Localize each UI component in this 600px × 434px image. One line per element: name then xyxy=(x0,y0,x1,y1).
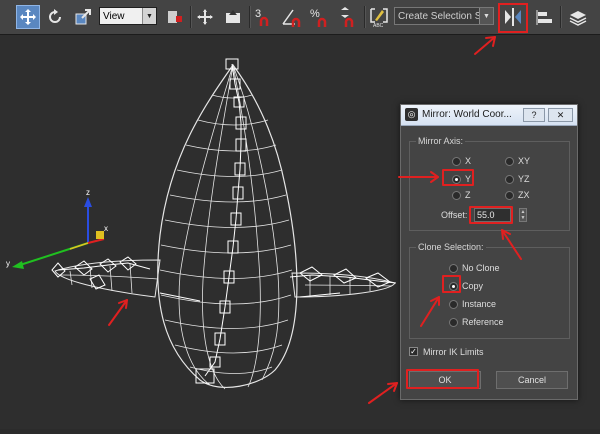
toolbar-separator xyxy=(560,6,562,28)
clone-option-label: Reference xyxy=(462,317,504,327)
svg-text:ABC: ABC xyxy=(373,23,384,28)
app-icon: ◎ xyxy=(405,108,418,121)
gizmo-z-label: z xyxy=(86,188,90,197)
axis-option-yz[interactable]: YZ xyxy=(505,174,530,184)
named-selection-placeholder: Create Selection Se xyxy=(398,10,487,22)
spine-bones[interactable] xyxy=(195,58,247,384)
snap-dimension-label: 3 xyxy=(255,8,261,20)
clone-option-label: No Clone xyxy=(462,263,500,273)
angle-snap-icon[interactable] xyxy=(280,5,304,29)
axis-option-z[interactable]: Z xyxy=(452,190,471,200)
keyboard-shortcut-icon[interactable] xyxy=(221,5,245,29)
axis-option-x[interactable]: X xyxy=(452,156,471,166)
radio-button[interactable] xyxy=(452,190,461,200)
axis-option-label: Z xyxy=(465,190,471,200)
toolbar-separator xyxy=(249,6,251,28)
named-selection-dropdown[interactable]: Create Selection Se ▼ xyxy=(394,7,494,25)
dialog-title: Mirror: World Coor... xyxy=(422,109,512,120)
radio-button[interactable] xyxy=(505,190,514,200)
offset-input[interactable]: 55.0 xyxy=(474,208,511,222)
reference-coord-value: View xyxy=(103,10,125,22)
gizmo-y-label: y xyxy=(6,259,10,268)
spinner-snap-icon[interactable] xyxy=(336,5,360,29)
radio-button[interactable] xyxy=(505,174,514,184)
axis-option-xy[interactable]: XY xyxy=(505,156,530,166)
help-button[interactable]: ? xyxy=(523,108,545,122)
chevron-down-icon: ▼ xyxy=(479,8,493,24)
mirror-ik-checkbox[interactable]: ✓ xyxy=(409,347,418,356)
manipulate-icon[interactable] xyxy=(193,5,217,29)
edit-named-selection-icon[interactable]: ABC xyxy=(367,5,391,29)
offset-label: Offset: xyxy=(441,210,468,220)
snap-toggle-icon[interactable]: 3 xyxy=(252,5,276,29)
axis-option-label: YZ xyxy=(518,174,530,184)
align-icon[interactable] xyxy=(533,5,557,29)
radio-button[interactable] xyxy=(449,317,458,327)
clone-option-no-clone[interactable]: No Clone xyxy=(449,263,500,273)
axis-option-y[interactable]: Y xyxy=(452,174,471,184)
mirror-button-highlight xyxy=(498,3,528,33)
main-toolbar: View ▼ 3 % ABC Create Selection Se ▼ xyxy=(0,0,600,35)
toolbar-separator xyxy=(190,6,192,28)
radio-button[interactable] xyxy=(505,156,514,166)
clone-option-label: Instance xyxy=(462,299,497,309)
mirror-ik-label: Mirror IK Limits xyxy=(423,347,484,357)
axis-option-label: Y xyxy=(465,174,472,184)
clone-option-instance[interactable]: Instance xyxy=(449,299,496,309)
dialog-title-bar[interactable]: ◎ Mirror: World Coor... ? ✕ xyxy=(401,105,577,126)
clone-option-reference[interactable]: Reference xyxy=(449,317,504,327)
reference-coord-dropdown[interactable]: View ▼ xyxy=(99,7,157,25)
mirror-axis-label: Mirror Axis: xyxy=(416,136,465,146)
mirror-dialog: ◎ Mirror: World Coor... ? ✕ Mirror Axis:… xyxy=(400,104,578,400)
toolbar-separator xyxy=(364,6,366,28)
axis-option-label: XY xyxy=(518,156,531,166)
clone-option-copy[interactable]: Copy xyxy=(449,281,483,291)
cancel-button[interactable]: Cancel xyxy=(496,371,568,389)
radio-button[interactable] xyxy=(452,156,461,166)
gizmo-x-label: x xyxy=(104,224,108,233)
offset-spinner[interactable]: ▲ ▼ xyxy=(519,208,527,222)
percent-snap-icon[interactable]: % xyxy=(308,5,332,29)
clone-option-label: Copy xyxy=(462,281,484,291)
radio-button-selected[interactable] xyxy=(449,281,458,291)
pivot-center-icon[interactable] xyxy=(163,5,187,29)
scale-icon[interactable] xyxy=(71,5,95,29)
percent-label: % xyxy=(310,8,320,20)
radio-button[interactable] xyxy=(449,263,458,273)
axis-option-zx[interactable]: ZX xyxy=(505,190,530,200)
clone-selection-label: Clone Selection: xyxy=(416,242,486,252)
layer-manager-icon[interactable] xyxy=(566,5,590,29)
select-move-icon[interactable] xyxy=(16,5,40,29)
ok-button[interactable]: OK xyxy=(409,371,481,389)
axis-option-label: ZX xyxy=(518,190,530,200)
radio-button-selected[interactable] xyxy=(452,174,461,184)
axis-option-label: X xyxy=(465,156,472,166)
chevron-down-icon: ▼ xyxy=(142,8,156,24)
rotate-icon[interactable] xyxy=(43,5,67,29)
transform-gizmo[interactable]: z y x xyxy=(6,188,108,269)
close-button[interactable]: ✕ xyxy=(548,108,573,122)
radio-button[interactable] xyxy=(449,299,458,309)
